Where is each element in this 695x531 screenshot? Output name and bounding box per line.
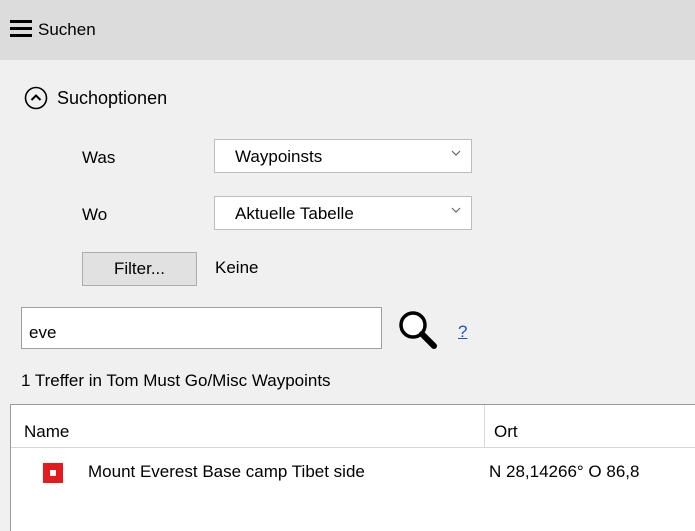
column-header-ort[interactable]: Ort	[494, 422, 518, 442]
column-header-name[interactable]: Name	[24, 422, 69, 442]
was-dropdown-value: Waypoinsts	[235, 147, 323, 166]
results-summary: 1 Treffer in Tom Must Go/Misc Waypoints	[21, 371, 331, 390]
search-magnifier-icon[interactable]	[394, 306, 440, 352]
panel-header: Suchen	[0, 0, 695, 60]
hamburger-menu-icon[interactable]	[10, 20, 32, 40]
search-input[interactable]	[21, 307, 382, 349]
wo-dropdown[interactable]: Aktuelle Tabelle	[214, 196, 472, 230]
table-header: Name Ort	[11, 405, 695, 448]
filter-value: Keine	[215, 258, 259, 277]
was-dropdown[interactable]: Waypoinsts	[214, 139, 472, 173]
table-row[interactable]: Mount Everest Base camp Tibet side N 28,…	[11, 450, 695, 486]
panel-title: Suchen	[38, 20, 96, 39]
collapse-options-icon[interactable]	[24, 86, 48, 110]
was-label: Was	[82, 148, 116, 167]
waypoint-icon	[43, 463, 63, 483]
search-options-label[interactable]: Suchoptionen	[57, 88, 167, 109]
row-ort: N 28,14266° O 86,8	[489, 462, 640, 481]
row-name: Mount Everest Base camp Tibet side	[88, 462, 365, 481]
help-link[interactable]: ?	[458, 322, 467, 342]
chevron-down-icon	[451, 150, 461, 156]
filter-button[interactable]: Filter...	[82, 252, 197, 286]
results-table: Name Ort Mount Everest Base camp Tibet s…	[10, 404, 695, 531]
wo-dropdown-value: Aktuelle Tabelle	[235, 204, 354, 223]
chevron-down-icon	[451, 207, 461, 213]
column-separator[interactable]	[484, 405, 485, 447]
wo-label: Wo	[82, 205, 108, 224]
